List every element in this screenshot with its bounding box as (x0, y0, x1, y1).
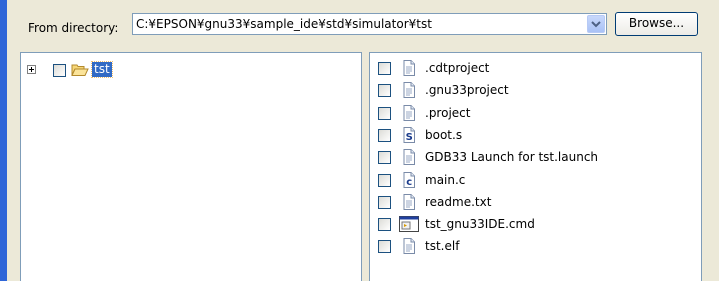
file-row[interactable]: Sboot.s (378, 126, 698, 146)
svg-text:S: S (406, 132, 413, 143)
file-name: .gnu33project (425, 83, 509, 98)
file-checkbox[interactable] (378, 128, 391, 142)
file-checkbox[interactable] (378, 151, 391, 165)
folder-tree-pane[interactable]: tst (20, 52, 362, 281)
directory-dropdown-button[interactable] (587, 15, 605, 33)
file-name: tst_gnu33IDE.cmd (425, 217, 535, 232)
file-row[interactable]: .gnu33project (378, 81, 698, 101)
file-checkbox[interactable] (378, 218, 391, 232)
file-list-pane[interactable]: .cdtproject .gnu33project .project Sboot.s G… (369, 52, 702, 281)
command-file-icon (399, 216, 419, 233)
text-file-icon (401, 82, 417, 99)
text-file-icon (401, 60, 417, 76)
file-checkbox[interactable] (378, 173, 391, 187)
file-name: readme.txt (425, 194, 492, 209)
folder-open-icon (71, 64, 89, 76)
file-row[interactable]: tst_gnu33IDE.cmd (378, 215, 698, 235)
file-name: main.c (425, 172, 466, 187)
browse-button[interactable]: Browse... (615, 12, 698, 36)
file-row[interactable]: GDB33 Launch for tst.launch (378, 148, 698, 168)
file-name: tst.elf (425, 239, 460, 254)
chevron-down-icon (591, 21, 601, 28)
file-name: boot.s (425, 127, 463, 142)
tree-item-label[interactable]: tst (91, 61, 113, 78)
file-row[interactable]: .cdtproject (378, 59, 698, 79)
file-row[interactable]: .project (378, 104, 698, 124)
file-checkbox[interactable] (378, 106, 391, 120)
svg-text:c: c (406, 177, 412, 188)
c-source-file-icon: c (401, 171, 417, 188)
assembly-file-icon: S (401, 126, 417, 143)
file-row[interactable]: tst.elf (378, 237, 698, 257)
from-directory-label: From directory: (28, 21, 119, 35)
window-edge-strip (0, 0, 7, 281)
file-checkbox[interactable] (378, 195, 391, 209)
file-checkbox[interactable] (378, 240, 391, 254)
directory-combo[interactable] (132, 13, 607, 35)
file-row[interactable]: c main.c (378, 171, 698, 191)
directory-input[interactable] (136, 16, 582, 32)
file-name: .cdtproject (425, 61, 490, 75)
expand-toggle-icon[interactable] (27, 65, 36, 74)
file-name: .project (425, 105, 471, 120)
text-file-icon (401, 149, 417, 166)
text-file-icon (401, 238, 417, 255)
folder-checkbox[interactable] (53, 64, 66, 77)
file-name: GDB33 Launch for tst.launch (425, 150, 599, 165)
text-file-icon (401, 193, 417, 210)
text-file-icon (401, 104, 417, 121)
file-checkbox[interactable] (378, 84, 391, 98)
file-row[interactable]: readme.txt (378, 193, 698, 213)
file-checkbox[interactable] (378, 62, 391, 75)
